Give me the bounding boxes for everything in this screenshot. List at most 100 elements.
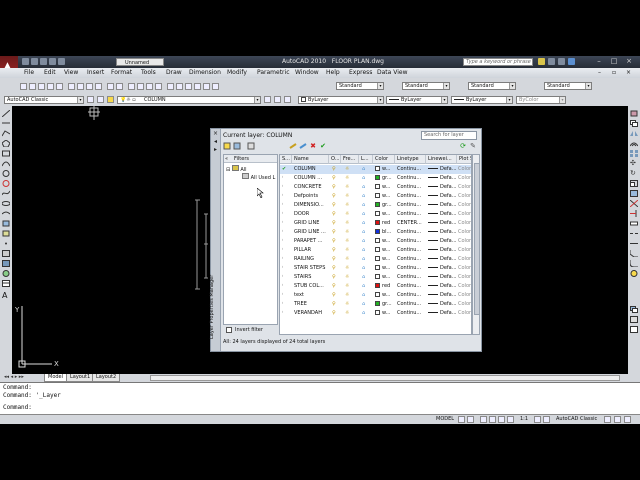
menu-draw[interactable]: Draw <box>166 69 182 76</box>
new-group-filter-icon[interactable] <box>233 142 241 150</box>
make-current-icon[interactable] <box>264 96 271 103</box>
layer-row[interactable]: ⁄ STAIRS♀ ☼ ⌂ w... Continu... Defa...Color_... <box>280 273 471 282</box>
tab-layout2[interactable]: Layout2 <box>92 374 121 382</box>
bulb-icon[interactable]: ♀ <box>332 237 336 246</box>
sun-icon[interactable]: ☼ <box>345 264 349 273</box>
layer-manager-icon[interactable] <box>97 96 104 103</box>
layer-color[interactable]: w... <box>375 192 395 201</box>
properties-icon[interactable] <box>167 83 174 90</box>
bulb-icon[interactable]: ♀ <box>332 165 336 174</box>
line-icon[interactable] <box>1 109 11 118</box>
layer-status-icon[interactable]: ⁄ <box>282 228 283 237</box>
preview-icon[interactable] <box>56 83 63 90</box>
sun-icon[interactable]: ☼ <box>345 300 349 309</box>
redo-icon[interactable] <box>58 58 65 65</box>
horizontal-scrollbar[interactable] <box>150 375 620 381</box>
stretch-icon[interactable] <box>630 190 638 197</box>
polygon-icon[interactable] <box>1 139 11 148</box>
layer-linetype[interactable]: Continu... <box>397 201 426 210</box>
layer-row[interactable]: ⁄ DOOR♀ ☼ ⌂ w... Continu... Defa...Color_... <box>280 210 471 219</box>
paste-icon[interactable] <box>86 83 93 90</box>
layer-status-icon[interactable]: ⁄ <box>282 300 283 309</box>
sun-icon[interactable]: ☼ <box>345 273 349 282</box>
layer-color[interactable]: red <box>375 219 395 228</box>
multiline-text-icon[interactable]: A <box>2 292 10 300</box>
bulb-icon[interactable]: ♀ <box>332 210 336 219</box>
markup-icon[interactable] <box>203 83 210 90</box>
layer-row[interactable]: ⁄ VERANDAH♀ ☼ ⌂ w... Continu... Defa...Color_.… <box>280 309 471 318</box>
redo-tool-icon[interactable] <box>116 83 123 90</box>
bulb-icon[interactable]: ♀ <box>332 264 336 273</box>
sun-icon[interactable]: ☼ <box>345 210 349 219</box>
unlocked-icon[interactable]: ⌂ <box>362 291 365 300</box>
layer-row[interactable]: ✔ COLUMN♀ ☼ ⌂ w... Continu... Defa...Color_... <box>280 165 471 174</box>
save-icon[interactable] <box>40 58 47 65</box>
layer-status-icon[interactable]: ⁄ <box>282 192 283 201</box>
collapse-pane-icon[interactable]: « <box>225 155 228 163</box>
filters-tree[interactable]: Filters « ⊟ All All Used L <box>223 154 278 325</box>
region-icon[interactable] <box>2 270 10 277</box>
layer-row[interactable]: ⁄ GRID LINE♀ ☼ ⌂ red CENTER... Defa...Color_..… <box>280 219 471 228</box>
unlocked-icon[interactable]: ⌂ <box>362 273 365 282</box>
inquiry-icon[interactable] <box>630 316 638 323</box>
layer-linetype[interactable]: Continu... <box>397 165 426 174</box>
bulb-icon[interactable]: ♀ <box>332 282 336 291</box>
layer-row[interactable]: ⁄ text♀ ☼ ⌂ w... Continu... Defa...Color_... <box>280 291 471 300</box>
bulb-icon[interactable]: ♀ <box>332 255 336 264</box>
new-layer-vp-frozen-icon[interactable] <box>299 142 307 150</box>
move-icon[interactable]: ✣ <box>630 160 638 167</box>
layer-row[interactable]: ⁄ CONCRETE♀ ☼ ⌂ w... Continu... Defa...Color_.… <box>280 183 471 192</box>
table-icon[interactable] <box>2 280 10 287</box>
menu-modify[interactable]: Modify <box>227 69 247 76</box>
layer-color[interactable]: w... <box>375 237 395 246</box>
fillet-icon[interactable] <box>629 260 638 268</box>
help-icon[interactable] <box>568 58 575 65</box>
workspace-settings-icon[interactable] <box>87 96 94 103</box>
palette-title-strip[interactable]: × ◂ ▸ Layer Properties Manager <box>209 129 221 351</box>
layer-lineweight[interactable]: Defa... <box>428 273 457 282</box>
scale-icon[interactable] <box>630 180 638 187</box>
menu-file[interactable]: File <box>24 69 34 76</box>
chevron-down-icon[interactable]: ▾ <box>509 83 515 89</box>
layer-row[interactable]: ⁄ TREE♀ ☼ ⌂ gr... Continu... Defa...Color_... <box>280 300 471 309</box>
chevron-down-icon[interactable]: ▾ <box>443 83 449 89</box>
zoom-window-icon[interactable] <box>146 83 153 90</box>
chevron-down-icon[interactable]: ▾ <box>377 83 383 89</box>
rotate-icon[interactable]: ↻ <box>630 170 638 177</box>
workspace-selector[interactable]: Unnamed <box>116 58 164 66</box>
layer-lineweight[interactable]: Defa... <box>428 165 457 174</box>
unlocked-icon[interactable]: ⌂ <box>362 282 365 291</box>
chevron-down-icon[interactable]: ▾ <box>77 97 83 103</box>
workspace-combo[interactable]: AutoCAD Classic ▾ <box>4 96 84 104</box>
layer-color[interactable]: bl... <box>375 228 395 237</box>
new-icon[interactable] <box>22 58 29 65</box>
undo-icon[interactable] <box>49 58 56 65</box>
layer-color[interactable]: w... <box>375 273 395 282</box>
layer-name[interactable]: text <box>294 291 329 300</box>
layer-combo[interactable]: 💡☼ ▫ COLUMN ▾ <box>117 96 261 104</box>
layer-status-icon[interactable]: ⁄ <box>282 264 283 273</box>
layer-status-icon[interactable]: ⁄ <box>282 255 283 264</box>
unlocked-icon[interactable]: ⌂ <box>362 228 365 237</box>
layer-linetype[interactable]: Continu... <box>397 282 426 291</box>
layer-row[interactable]: ⁄ STUB COL... ♀ ☼ ⌂ red Continu... Defa... Color… <box>280 282 471 291</box>
layer-name[interactable]: Defpoints <box>294 192 329 201</box>
col-lineweight[interactable]: Linewei... <box>426 155 457 164</box>
text-style-combo[interactable]: Standard ▾ <box>336 82 384 90</box>
layer-lineweight[interactable]: Defa... <box>428 228 457 237</box>
undo-tool-icon[interactable] <box>107 83 114 90</box>
unlocked-icon[interactable]: ⌂ <box>362 300 365 309</box>
chevron-down-icon[interactable]: ▾ <box>585 83 591 89</box>
scroll-thumb[interactable] <box>474 163 480 315</box>
layer-color[interactable]: gr... <box>375 174 395 183</box>
mirror-icon[interactable] <box>630 130 638 137</box>
revcloud-icon[interactable] <box>2 180 10 187</box>
layer-linetype[interactable]: Continu... <box>397 255 426 264</box>
layer-row[interactable]: ⁄ STAIR STEPS ♀ ☼ ⌂ w... Continu... Defa... Colo… <box>280 264 471 273</box>
binoculars-icon[interactable] <box>538 58 545 65</box>
layer-name[interactable]: COLUMN <box>294 165 329 174</box>
plotstyle-combo[interactable]: ByColor ▾ <box>516 96 566 104</box>
sun-icon[interactable]: ☼ <box>345 291 349 300</box>
open-file-icon[interactable] <box>29 83 36 90</box>
layer-linetype[interactable]: Continu... <box>397 264 426 273</box>
